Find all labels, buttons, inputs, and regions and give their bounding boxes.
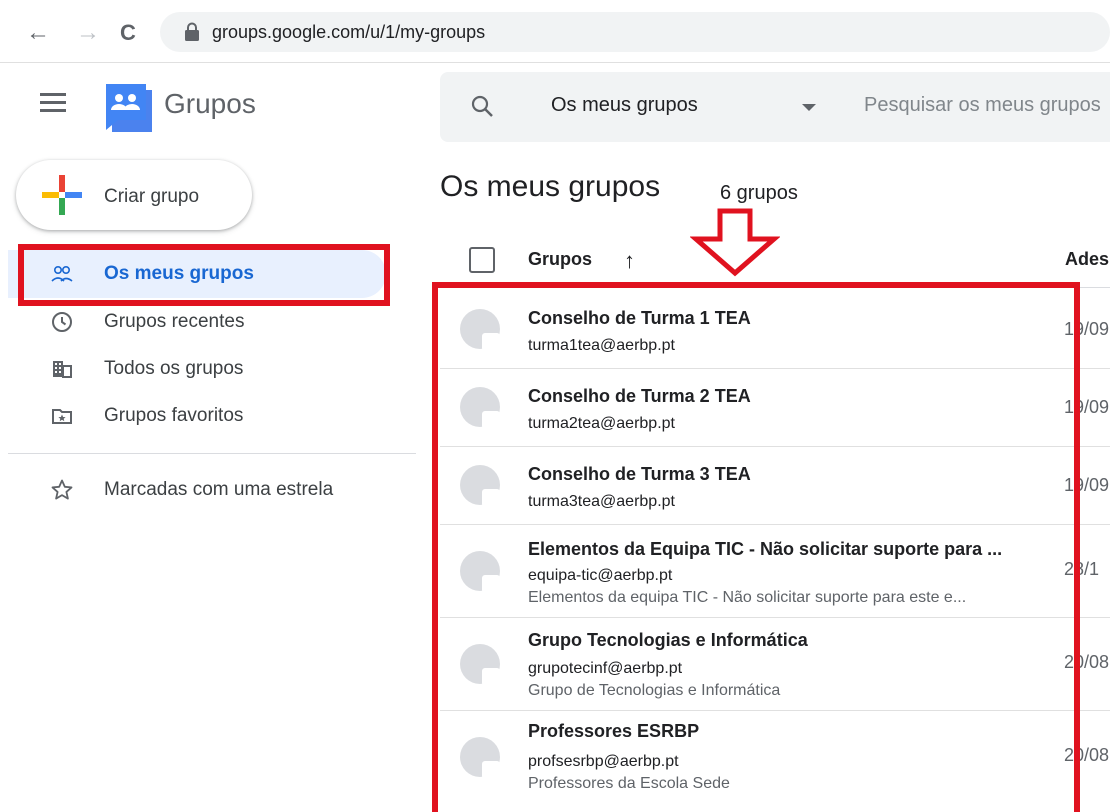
sidebar-item-favorite-groups[interactable]: Grupos favoritos [8, 392, 386, 440]
annotation-highlight-group-list [432, 282, 1080, 812]
sidebar-item-label: Todos os grupos [104, 358, 244, 379]
create-group-button[interactable]: Criar grupo [16, 160, 252, 230]
search-icon[interactable] [470, 94, 494, 118]
browser-toolbar: ← → C groups.google.com/u/1/my-groups [0, 0, 1110, 63]
annotation-down-arrow-icon [690, 208, 780, 277]
sidebar-item-label: Grupos favoritos [104, 405, 244, 426]
column-header-groups[interactable]: Grupos [528, 249, 592, 270]
sidebar-item-all-groups[interactable]: Todos os grupos [8, 345, 386, 393]
page-title: Os meus grupos [440, 170, 661, 203]
app-name: Grupos [164, 88, 256, 119]
groups-logo-icon [106, 84, 152, 132]
annotation-highlight-my-groups [18, 244, 390, 306]
plus-icon [42, 175, 82, 215]
dropdown-arrow-icon[interactable] [802, 104, 816, 112]
domain-icon [53, 361, 72, 378]
clock-icon [52, 312, 72, 332]
main-menu-icon[interactable] [40, 93, 66, 117]
select-all-checkbox[interactable] [469, 247, 495, 273]
search-input[interactable]: Pesquisar os meus grupos [864, 94, 1101, 117]
folder-star-icon [52, 409, 72, 424]
group-count: 6 grupos [720, 182, 798, 204]
sidebar-divider [8, 453, 416, 454]
sort-ascending-icon[interactable]: ↑ [624, 248, 635, 274]
forward-arrow-icon[interactable]: → [76, 18, 100, 48]
sidebar-item-starred[interactable]: Marcadas com uma estrela [8, 466, 386, 514]
lock-icon [185, 22, 199, 41]
sidebar-item-label: Marcadas com uma estrela [104, 479, 334, 500]
star-icon [51, 479, 73, 500]
search-scope-select[interactable]: Os meus grupos [551, 94, 698, 117]
sidebar-item-label: Grupos recentes [104, 311, 245, 332]
create-group-label: Criar grupo [104, 186, 200, 207]
reload-icon[interactable]: C [120, 18, 136, 48]
column-header-joined[interactable]: Ades [1065, 249, 1109, 270]
back-arrow-icon[interactable]: ← [26, 18, 50, 48]
url-text[interactable]: groups.google.com/u/1/my-groups [212, 22, 485, 43]
